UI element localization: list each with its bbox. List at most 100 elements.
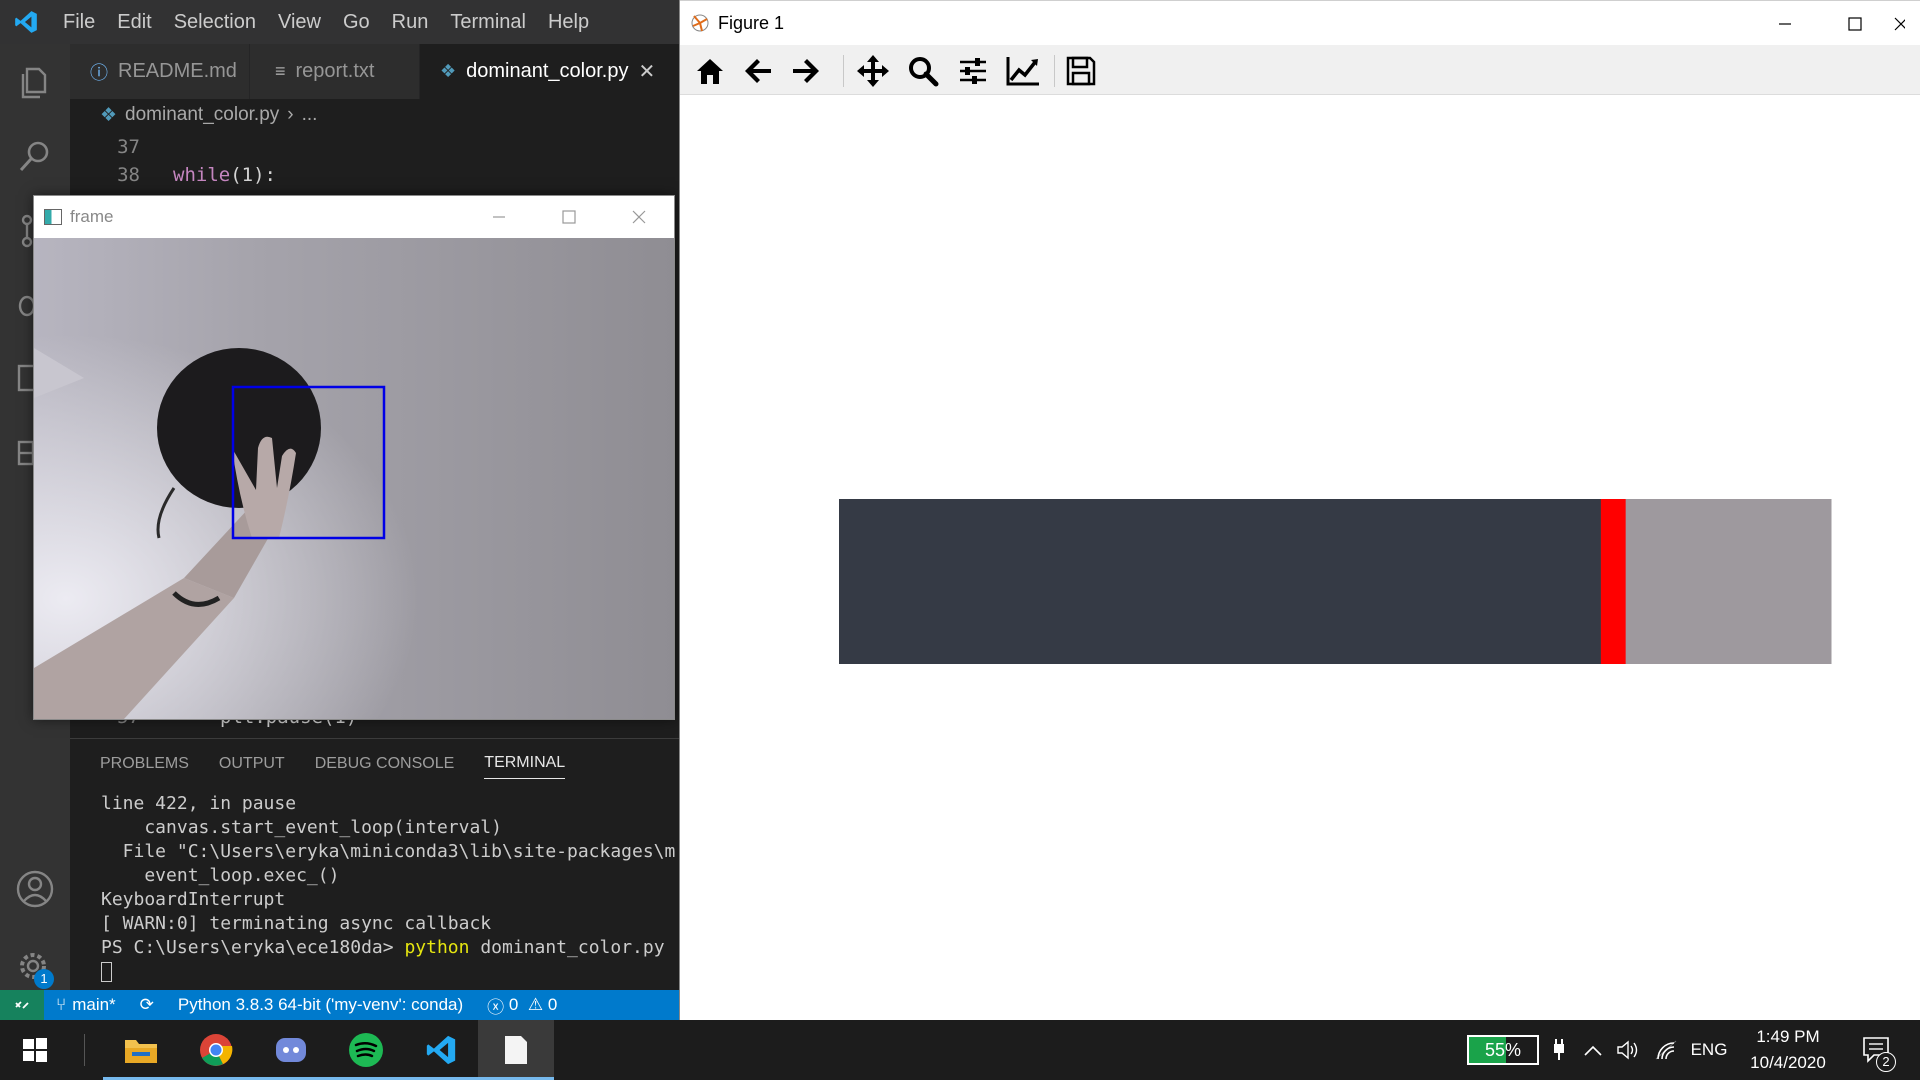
- code-line[interactable]: 37: [70, 136, 680, 164]
- forward-icon[interactable]: [786, 52, 826, 90]
- chevron-right-icon: ›: [287, 104, 294, 125]
- menu-edit[interactable]: Edit: [106, 0, 162, 44]
- tab-label: README.md: [118, 60, 237, 82]
- branch-name: main*: [72, 995, 116, 1014]
- breadcrumb: ❖ dominant_color.py › ...: [70, 99, 680, 131]
- wifi-icon[interactable]: [1650, 1020, 1682, 1080]
- figure-canvas[interactable]: [680, 96, 1920, 1020]
- webcam-frame-image: [34, 238, 674, 719]
- menu-go[interactable]: Go: [332, 0, 381, 44]
- maximize-button[interactable]: [1825, 1, 1885, 46]
- terminal-prompt: PS C:\Users\eryka\ece180da> python domin…: [101, 936, 680, 960]
- status-bar: ⑂ main* ⟳ Python 3.8.3 64-bit ('my-venv'…: [0, 990, 680, 1020]
- frame-titlebar: frame: [34, 196, 674, 238]
- terminal[interactable]: line 422, in pause canvas.start_event_lo…: [70, 792, 680, 990]
- warning-count: 0: [547, 995, 558, 1014]
- volume-icon[interactable]: [1612, 1020, 1644, 1080]
- terminal-line: [ WARN:0] terminating async callback: [101, 913, 492, 934]
- tab-report[interactable]: ≡ report.txt: [250, 44, 420, 99]
- prompt-args: dominant_color.py: [480, 937, 665, 958]
- close-button[interactable]: [1893, 1, 1920, 46]
- figure-title: Figure 1: [718, 12, 785, 33]
- toolbar-separator: [1054, 55, 1055, 87]
- terminal-cursor: [101, 960, 680, 984]
- discord-icon[interactable]: [253, 1020, 329, 1080]
- error-count: 0: [508, 995, 519, 1014]
- notifications-icon[interactable]: 2: [1852, 1020, 1902, 1080]
- battery-percent: 55%: [1484, 1040, 1522, 1060]
- sync-icon[interactable]: ⟳: [128, 995, 166, 1015]
- interpreter-selector[interactable]: Python 3.8.3 64-bit ('my-venv': conda): [166, 995, 475, 1015]
- back-icon[interactable]: [738, 52, 778, 90]
- clock-time: 1:49 PM: [1756, 1027, 1820, 1046]
- menu-file[interactable]: File: [52, 0, 106, 44]
- battery-indicator[interactable]: 55%: [1466, 1020, 1540, 1080]
- tab-problems[interactable]: PROBLEMS: [100, 749, 189, 779]
- problems-indicator[interactable]: ⓧ 0 ⚠ 0: [475, 993, 569, 1018]
- minimize-button[interactable]: [464, 196, 534, 238]
- terminal-line: canvas.start_event_loop(interval): [101, 817, 502, 838]
- edit-axis-icon[interactable]: [1003, 52, 1043, 90]
- menu-view[interactable]: View: [267, 0, 332, 44]
- figure-toolbar: [680, 45, 1920, 95]
- figure-window: Figure 1: [679, 0, 1920, 1020]
- python-icon: ❖: [440, 61, 457, 81]
- branch-indicator[interactable]: ⑂ main*: [44, 995, 128, 1015]
- terminal-line: File "C:\Users\eryka\miniconda3\lib\site…: [101, 841, 676, 862]
- line-number: 37: [117, 136, 140, 158]
- code-text: while(1):: [173, 164, 276, 186]
- save-icon[interactable]: [1061, 52, 1101, 90]
- figure-taskbar-icon[interactable]: [478, 1020, 554, 1080]
- breadcrumb-file[interactable]: dominant_color.py: [125, 104, 279, 126]
- prompt-command: python: [404, 937, 470, 958]
- clock-date: 10/4/2020: [1750, 1053, 1826, 1072]
- start-button[interactable]: [0, 1020, 70, 1080]
- clock[interactable]: 1:49 PM 10/4/2020: [1738, 1020, 1838, 1080]
- minimize-button[interactable]: [1755, 1, 1815, 46]
- zoom-icon[interactable]: [903, 52, 943, 90]
- menu-selection[interactable]: Selection: [163, 0, 267, 44]
- explorer-icon[interactable]: [13, 60, 57, 104]
- configure-subplots-icon[interactable]: [953, 52, 993, 90]
- frame-window: frame: [33, 195, 675, 720]
- home-icon[interactable]: [690, 52, 730, 90]
- close-button[interactable]: [604, 196, 674, 238]
- menu-terminal[interactable]: Terminal: [439, 0, 537, 44]
- spotify-icon[interactable]: [328, 1020, 404, 1080]
- file-explorer-icon[interactable]: [103, 1020, 179, 1080]
- pan-icon[interactable]: [853, 52, 893, 90]
- warning-icon: ⚠: [527, 995, 544, 1014]
- color-bar-segment-3: [1625, 499, 1832, 664]
- account-icon[interactable]: [13, 867, 57, 911]
- prompt-path: PS C:\Users\eryka\ece180da>: [101, 937, 394, 958]
- tab-readme[interactable]: ⓘ README.md: [70, 44, 250, 99]
- tab-terminal[interactable]: TERMINAL: [484, 748, 566, 779]
- language-indicator[interactable]: ENG: [1686, 1020, 1732, 1080]
- menu-run[interactable]: Run: [381, 0, 440, 44]
- color-bar-segment-1: [839, 499, 1602, 664]
- close-tab-icon[interactable]: ✕: [638, 59, 655, 84]
- vscode-taskbar-icon[interactable]: [403, 1020, 479, 1080]
- vscode-logo-icon: [0, 0, 52, 44]
- figure-titlebar: Figure 1: [680, 0, 1920, 45]
- info-icon: ⓘ: [90, 62, 108, 83]
- vscode-titlebar: File Edit Selection View Go Run Terminal…: [0, 0, 680, 44]
- tab-dominant-color[interactable]: ❖ dominant_color.py ✕: [420, 44, 680, 99]
- chevron-up-icon[interactable]: [1578, 1020, 1608, 1080]
- taskbar-divider: [84, 1034, 85, 1066]
- code-keyword: while: [173, 164, 231, 186]
- tab-label: dominant_color.py: [466, 60, 629, 82]
- terminal-line: event_loop.exec_(): [101, 865, 340, 886]
- code-line[interactable]: 38 while(1):: [70, 164, 680, 192]
- search-icon[interactable]: [13, 134, 57, 178]
- settings-gear-icon[interactable]: 1: [13, 946, 57, 990]
- matplotlib-icon: [690, 13, 710, 33]
- tab-output[interactable]: OUTPUT: [219, 749, 285, 779]
- menu-help[interactable]: Help: [537, 0, 600, 44]
- plug-icon[interactable]: [1544, 1020, 1574, 1080]
- tab-debug-console[interactable]: DEBUG CONSOLE: [315, 749, 455, 779]
- remote-icon[interactable]: [0, 990, 44, 1020]
- chrome-icon[interactable]: [178, 1020, 254, 1080]
- breadcrumb-rest[interactable]: ...: [302, 104, 318, 126]
- maximize-button[interactable]: [534, 196, 604, 238]
